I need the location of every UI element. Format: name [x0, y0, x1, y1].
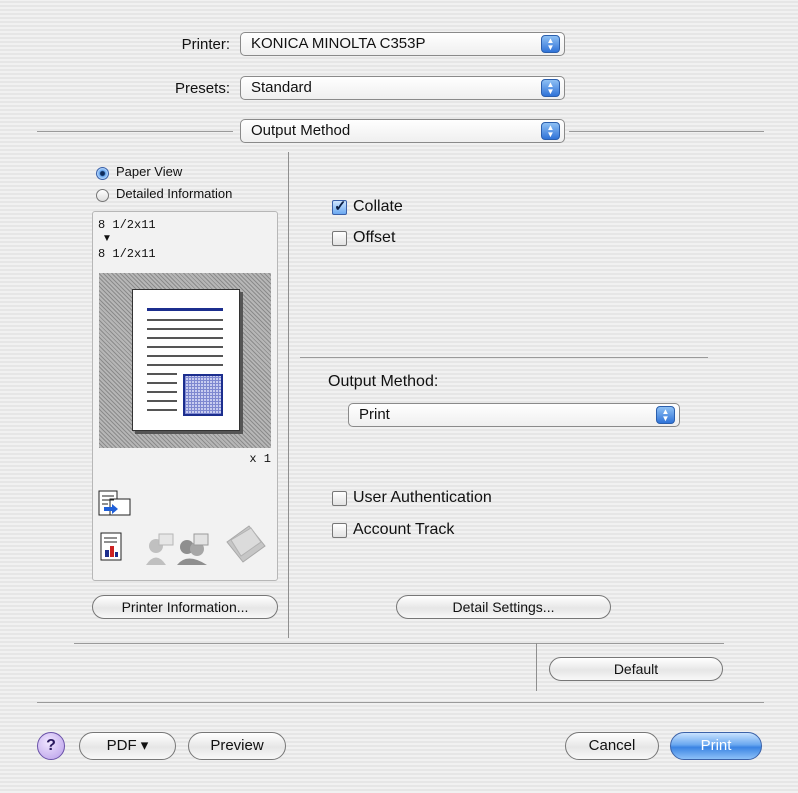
checkmark-icon: ✓ [334, 198, 347, 215]
copies-count: x 1 [249, 452, 271, 466]
cancel-button[interactable]: Cancel [565, 732, 659, 760]
pane-selector-popup[interactable]: Output Method ▲ ▼ [240, 119, 565, 143]
detailed-information-label: Detailed Information [116, 186, 233, 201]
account-track-checkbox[interactable] [332, 523, 347, 538]
offset-checkbox[interactable] [332, 231, 347, 246]
default-button[interactable]: Default [549, 657, 723, 681]
printer-information-button[interactable]: Printer Information... [92, 595, 278, 619]
lower-divider [74, 643, 724, 644]
help-icon[interactable]: ? [37, 732, 65, 760]
default-area-divider [536, 643, 537, 691]
paper-preview-area [99, 273, 271, 448]
detailed-information-radio[interactable] [96, 189, 109, 202]
preview-button[interactable]: Preview [188, 732, 286, 760]
pane-divider-right [569, 131, 764, 132]
print-button[interactable]: Print [670, 732, 762, 760]
pane-selector-value: Output Method [251, 122, 351, 139]
footer-divider [37, 702, 764, 703]
detail-settings-button[interactable]: Detail Settings... [396, 595, 611, 619]
down-arrow-icon: ▼ [102, 233, 112, 244]
printer-output-icon [98, 490, 131, 516]
stack-sheets-icon [226, 525, 266, 563]
output-method-popup[interactable]: Print ▲ ▼ [348, 403, 680, 427]
output-method-value: Print [359, 406, 390, 423]
pane-divider-left [37, 131, 233, 132]
printer-label: Printer: [181, 36, 230, 53]
paper-size-output: 8 1/2x11 [98, 247, 156, 261]
collate-checkbox[interactable]: ✓ [332, 198, 347, 215]
collate-label: Collate [353, 198, 403, 215]
image-block-icon [183, 374, 223, 416]
report-document-icon [100, 532, 122, 561]
presets-popup-value: Standard [251, 79, 312, 96]
popup-arrows-icon: ▲ ▼ [656, 406, 675, 424]
paper-preview-panel: 8 1/2x11 ▼ 8 1/2x11 x 1 [92, 211, 278, 581]
output-section-divider [300, 357, 708, 358]
user-authentication-icon [146, 533, 174, 565]
paper-sheet-icon [132, 289, 240, 431]
printer-popup-value: KONICA MINOLTA C353P [251, 35, 426, 52]
popup-arrows-icon: ▲ ▼ [541, 122, 560, 140]
popup-arrows-icon: ▲ ▼ [541, 35, 560, 53]
offset-label: Offset [353, 229, 396, 246]
popup-arrows-icon: ▲ ▼ [541, 79, 560, 97]
user-authentication-checkbox[interactable] [332, 491, 347, 506]
account-track-label: Account Track [353, 521, 455, 538]
printer-popup[interactable]: KONICA MINOLTA C353P ▲ ▼ [240, 32, 565, 56]
panel-vertical-divider [288, 152, 289, 638]
output-method-label: Output Method: [328, 373, 439, 390]
paper-view-radio[interactable] [96, 167, 109, 180]
pdf-menu-button[interactable]: PDF ▾ [79, 732, 176, 760]
user-authentication-label: User Authentication [353, 489, 492, 506]
paper-view-label: Paper View [116, 164, 183, 179]
presets-popup[interactable]: Standard ▲ ▼ [240, 76, 565, 100]
paper-size-source: 8 1/2x11 [98, 218, 156, 232]
account-track-icon [177, 533, 209, 565]
presets-label: Presets: [174, 80, 230, 97]
